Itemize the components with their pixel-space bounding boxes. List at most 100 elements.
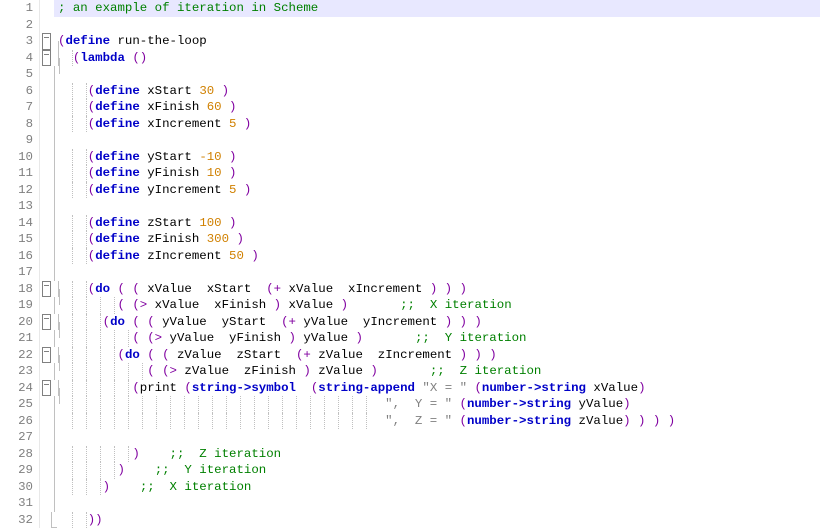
code-line[interactable]: ; an example of iteration in Scheme [54,0,820,17]
code-line[interactable] [54,264,820,281]
fold-toggle-icon[interactable] [42,33,51,50]
token-kw: number->string [467,414,571,428]
code-line[interactable]: (define zIncrement 50 ) [54,248,820,265]
fold-cell [40,116,54,133]
code-line[interactable]: ) ;; X iteration [54,479,820,496]
fold-toggle-icon[interactable] [42,380,51,397]
token-p: ) [229,232,244,246]
line-number: 12 [0,182,33,199]
token-kw: do [125,348,140,362]
token-p: ) ) ) [430,282,467,296]
code-line[interactable]: ) ;; Y iteration [54,462,820,479]
token-str: ", Z = " [385,414,452,428]
fold-cell [40,413,54,430]
token-num: 10 [207,166,222,180]
token-num: 30 [199,84,214,98]
fold-cell [40,66,54,83]
code-line[interactable]: (print (string->symbol (string-append "X… [54,380,820,397]
token-sym: yStart [140,150,200,164]
line-number: 28 [0,446,33,463]
token-sym: zIncrement [140,249,229,263]
token-kw: define [95,84,140,98]
fold-cell [40,264,54,281]
line-number: 3 [0,33,33,50]
code-line[interactable]: (do ( ( xValue xStart (+ xValue xIncreme… [54,281,820,298]
token-sym: run-the-loop [110,34,207,48]
fold-toggle-icon[interactable] [42,347,51,364]
code-line[interactable] [54,198,820,215]
code-area[interactable]: ; an example of iteration in Scheme(defi… [54,0,820,528]
code-line[interactable]: ( (> zValue zFinish ) zValue ) ;; Z iter… [54,363,820,380]
token-p: ) [222,216,237,230]
token-num: 60 [207,100,222,114]
code-line[interactable] [54,495,820,512]
fold-toggle-icon[interactable] [42,50,51,67]
token-kw: define [95,249,140,263]
token-cmt: ;; X iteration [400,298,512,312]
token-p: ) [370,364,430,378]
line-number: 29 [0,462,33,479]
code-line[interactable] [54,66,820,83]
code-line[interactable]: ( (> xValue xFinish ) xValue ) ;; X iter… [54,297,820,314]
line-number: 32 [0,512,33,528]
code-line[interactable]: (define xIncrement 5 ) [54,116,820,133]
token-p: ( [103,315,110,329]
code-line[interactable]: ", Y = " (number->string yValue) [54,396,820,413]
code-line[interactable]: (define xStart 30 ) [54,83,820,100]
line-number: 19 [0,297,33,314]
code-line[interactable]: (define run-the-loop [54,33,820,50]
token-sym: zValue zFinish [177,364,303,378]
token-p: (+ [266,282,281,296]
code-line[interactable]: (lambda () [54,50,820,67]
code-line[interactable]: (define xFinish 60 ) [54,99,820,116]
code-line[interactable]: (define zFinish 300 ) [54,231,820,248]
fold-cell [40,495,54,512]
token-sym: zValue [571,414,623,428]
code-line[interactable]: (do ( ( zValue zStart (+ zValue zIncreme… [54,347,820,364]
token-kw: define [65,34,110,48]
line-number: 8 [0,116,33,133]
code-line[interactable]: (define yStart -10 ) [54,149,820,166]
code-line[interactable]: )) [54,512,820,528]
token-sym: xValue xStart [140,282,266,296]
token-p: ( [474,381,481,395]
token-p: ) ) ) ) [623,414,675,428]
code-line[interactable] [54,17,820,34]
code-line[interactable]: (define yIncrement 5 ) [54,182,820,199]
token-p: (+ [296,348,311,362]
code-line[interactable]: ", Z = " (number->string zValue) ) ) ) [54,413,820,430]
token-sym: yValue yStart [155,315,281,329]
fold-toggle-icon[interactable] [42,281,51,298]
code-line[interactable]: (define zStart 100 ) [54,215,820,232]
token-sym [110,282,117,296]
fold-cell [40,198,54,215]
code-line[interactable] [54,132,820,149]
line-number: 17 [0,264,33,281]
fold-cell [40,297,54,314]
token-p: )) [88,513,103,527]
token-p: ) ) ) [460,348,497,362]
line-number: 27 [0,429,33,446]
token-kw: define [95,166,140,180]
line-number: 7 [0,99,33,116]
line-number: 4 [0,50,33,67]
code-line[interactable] [54,429,820,446]
fold-cell [40,165,54,182]
token-p: ) [103,480,140,494]
code-line[interactable]: ) ;; Z iteration [54,446,820,463]
code-line[interactable]: (do ( ( yValue yStart (+ yValue yIncreme… [54,314,820,331]
fold-toggle-icon[interactable] [42,314,51,331]
fold-cell [40,50,54,67]
token-cmt: ;; Y iteration [415,331,527,345]
token-p: ( [460,397,467,411]
fold-cell [40,347,54,364]
fold-cell [40,446,54,463]
code-line[interactable]: ( (> yValue yFinish ) yValue ) ;; Y iter… [54,330,820,347]
token-p: ) [118,463,155,477]
token-p: (+ [281,315,296,329]
fold-cell [40,380,54,397]
code-line[interactable]: (define yFinish 10 ) [54,165,820,182]
token-kw: lambda [80,51,125,65]
token-p: ) [132,447,169,461]
token-kw: string->symbol [192,381,296,395]
